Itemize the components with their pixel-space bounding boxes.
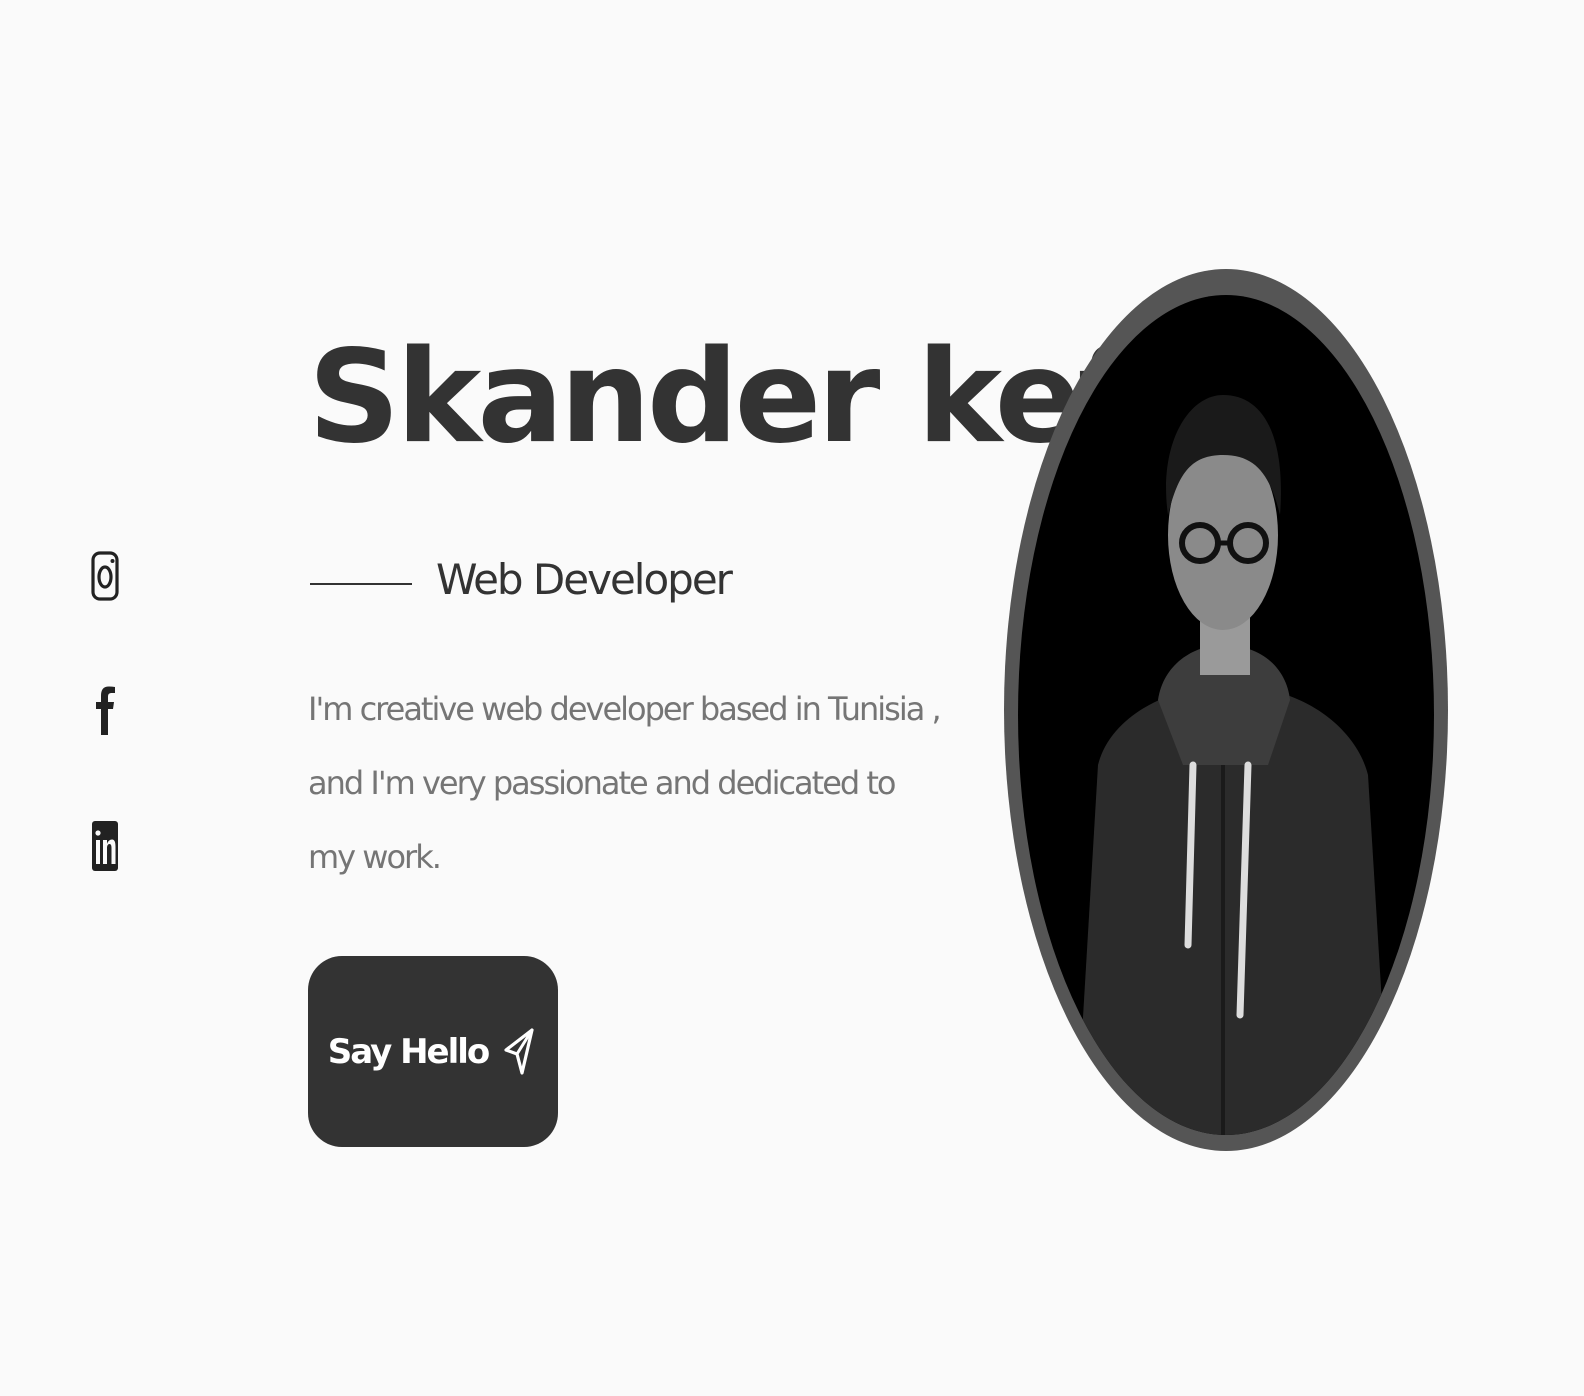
hero-name-text: Skander kefi	[308, 323, 1173, 472]
hero-description: I'm creative web developer based in Tuni…	[308, 690, 942, 876]
profile-photo	[1018, 295, 1434, 1135]
linkedin-icon	[92, 821, 118, 871]
send-icon	[504, 1027, 534, 1075]
facebook-icon	[96, 686, 115, 735]
linkedin-link[interactable]	[88, 820, 124, 872]
instagram-link[interactable]	[88, 550, 124, 602]
facebook-link[interactable]	[88, 685, 124, 737]
profile-photo-frame	[1004, 269, 1448, 1151]
home-section: Skander kefi Web Developer I'm creative …	[0, 0, 1584, 1396]
subtitle-divider	[310, 583, 412, 585]
say-hello-label: Say Hello	[327, 1031, 491, 1072]
hero-subtitle: Web Developer	[436, 555, 733, 604]
instagram-icon	[91, 551, 119, 601]
say-hello-button[interactable]: Say Hello	[308, 956, 558, 1147]
